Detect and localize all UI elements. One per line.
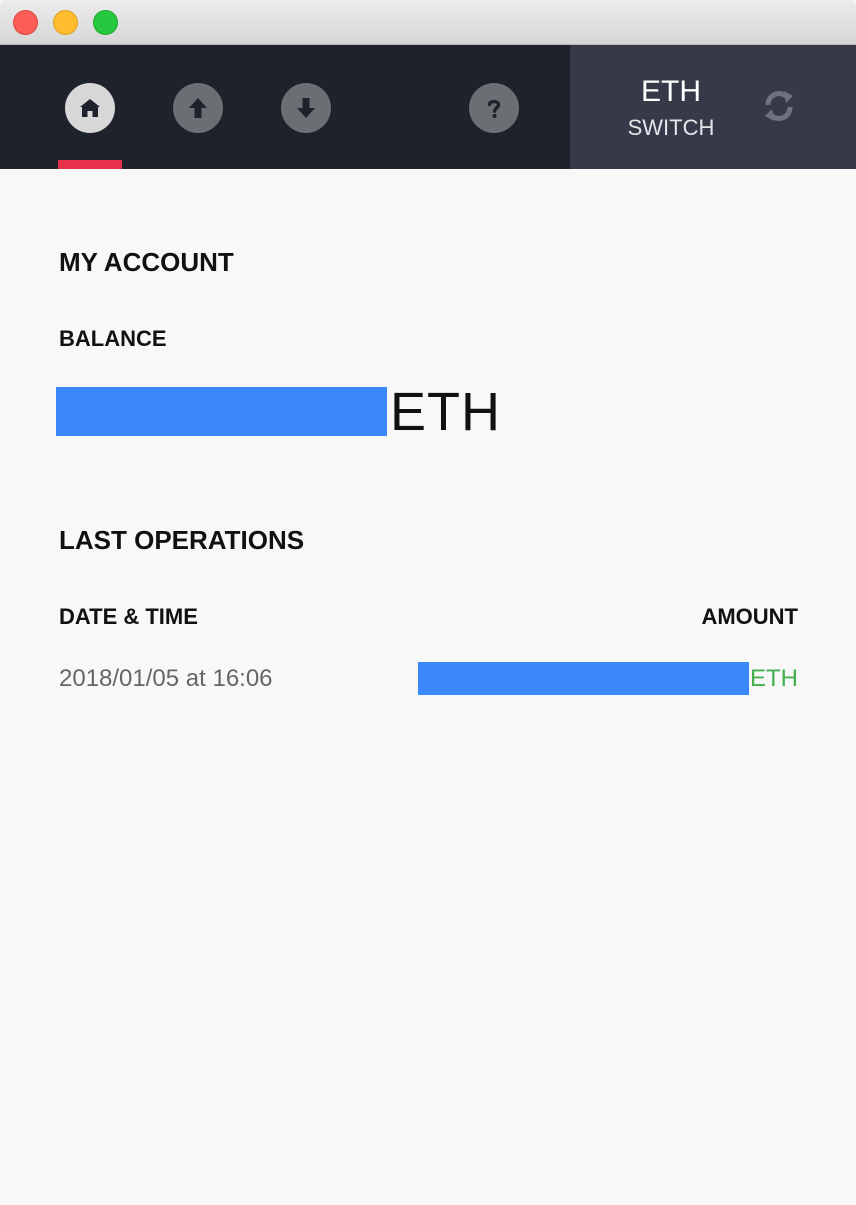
operation-amount-redacted: [418, 662, 749, 695]
arrow-up-icon: [189, 98, 207, 118]
main-navbar: [0, 45, 570, 169]
last-operations-title: LAST OPERATIONS: [59, 525, 305, 555]
nav-home-button[interactable]: [65, 83, 115, 133]
column-header-datetime: DATE & TIME: [59, 604, 198, 629]
currency-switch-panel[interactable]: ETH SWITCH: [570, 45, 856, 169]
account-content: MY ACCOUNT BALANCE ETH LAST OPERATIONS D…: [0, 169, 856, 1205]
switch-label: SWITCH: [627, 115, 715, 140]
question-icon: [487, 99, 501, 118]
balance-unit: ETH: [390, 382, 501, 442]
balance-label: BALANCE: [59, 326, 167, 351]
refresh-icon[interactable]: [756, 83, 802, 129]
nav-send-button[interactable]: [173, 83, 223, 133]
active-tab-indicator: [58, 160, 122, 169]
window-maximize-button[interactable]: [93, 10, 118, 35]
nav-receive-button[interactable]: [281, 83, 331, 133]
my-account-title: MY ACCOUNT: [59, 247, 234, 277]
window-minimize-button[interactable]: [53, 10, 78, 35]
window-close-button[interactable]: [13, 10, 38, 35]
operation-amount-unit: ETH: [750, 665, 798, 692]
current-currency: ETH: [641, 75, 701, 108]
arrow-down-icon: [297, 98, 315, 118]
balance-value-redacted: [56, 387, 387, 436]
column-header-amount: AMOUNT: [701, 604, 798, 629]
window-titlebar: [0, 0, 856, 45]
operation-date: 2018/01/05 at 16:06: [59, 665, 273, 692]
home-icon: [80, 99, 100, 117]
nav-help-button[interactable]: [469, 83, 519, 133]
